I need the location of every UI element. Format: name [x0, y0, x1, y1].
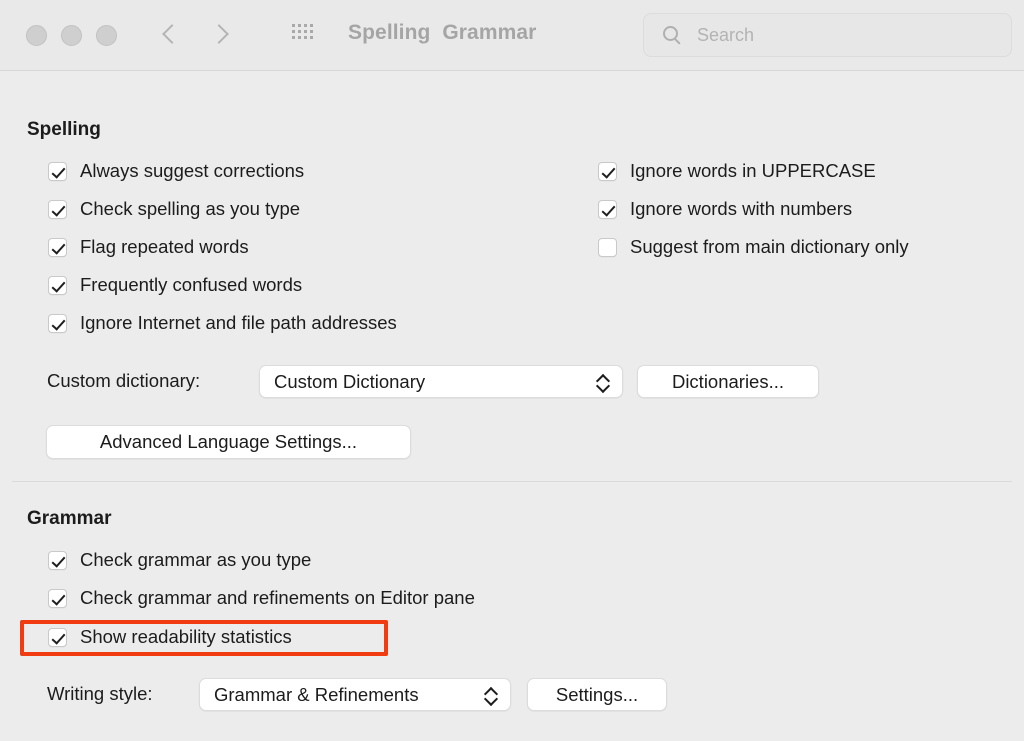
- checkbox-label: Ignore words with numbers: [630, 198, 853, 219]
- checkbox-row-ignore-words-in-uppercase[interactable]: Ignore words in UPPERCASE: [598, 159, 876, 183]
- checkbox-label: Show readability statistics: [80, 626, 292, 647]
- advanced-language-settings-button-label: Advanced Language Settings...: [99, 431, 358, 452]
- section-divider: [12, 481, 1012, 482]
- writing-style-selected-value: Grammar & Refinements: [214, 683, 419, 705]
- search-field[interactable]: Search: [643, 13, 1012, 57]
- minimize-button[interactable]: [61, 25, 82, 46]
- checkbox-row-ignore-words-with-numbers[interactable]: Ignore words with numbers: [598, 197, 852, 221]
- preferences-content: Spelling Always suggest corrections Chec…: [0, 71, 1024, 741]
- checkbox-row-suggest-from-main-dictionary-only[interactable]: Suggest from main dictionary only: [598, 235, 909, 259]
- preferences-window: Spelling Grammar Search Spelling Always …: [0, 0, 1024, 741]
- dictionaries-button-label: Dictionaries...: [671, 370, 785, 392]
- writing-style-popup-button[interactable]: Grammar & Refinements: [199, 678, 511, 711]
- window-toolbar: Spelling Grammar Search: [0, 0, 1024, 71]
- checkbox-row-check-spelling-as-you-type[interactable]: Check spelling as you type: [48, 197, 300, 221]
- checkbox-row-check-grammar-as-you-type[interactable]: Check grammar as you type: [48, 548, 311, 572]
- custom-dictionary-popup-button[interactable]: Custom Dictionary: [259, 365, 623, 398]
- grammar-settings-button-label: Settings...: [555, 683, 639, 705]
- grammar-settings-button[interactable]: Settings...: [527, 678, 667, 711]
- grid-dots-icon[interactable]: [292, 24, 313, 39]
- checkbox-ignore-words-with-numbers[interactable]: [598, 199, 617, 219]
- checkbox-check-grammar-as-you-type[interactable]: [48, 550, 67, 570]
- zoom-button[interactable]: [96, 25, 117, 46]
- checkbox-row-ignore-internet-and-file-path-addresses[interactable]: Ignore Internet and file path addresses: [48, 311, 397, 335]
- checkbox-ignore-internet-and-file-path-addresses[interactable]: [48, 313, 67, 333]
- grammar-section-heading: Grammar: [27, 508, 112, 529]
- checkbox-always-suggest-corrections[interactable]: [48, 161, 67, 181]
- chevron-up-down-icon: [596, 371, 609, 393]
- checkbox-flag-repeated-words[interactable]: [48, 237, 67, 257]
- advanced-language-settings-button[interactable]: Advanced Language Settings...: [46, 425, 411, 459]
- writing-style-label: Writing style:: [47, 683, 153, 704]
- checkbox-label: Ignore words in UPPERCASE: [630, 160, 876, 181]
- checkbox-row-always-suggest-corrections[interactable]: Always suggest corrections: [48, 159, 304, 183]
- forward-arrow-icon[interactable]: [212, 19, 227, 49]
- close-button[interactable]: [26, 25, 47, 46]
- checkbox-row-frequently-confused-words[interactable]: Frequently confused words: [48, 273, 302, 297]
- checkbox-label: Always suggest corrections: [80, 160, 305, 181]
- checkbox-label: Flag repeated words: [80, 236, 249, 257]
- checkbox-row-show-readability-statistics[interactable]: Show readability statistics: [48, 625, 292, 649]
- chevron-up-down-icon: [484, 684, 497, 706]
- traffic-light-group: [26, 25, 117, 46]
- search-input-placeholder[interactable]: Search: [697, 25, 754, 46]
- custom-dictionary-label: Custom dictionary:: [47, 370, 201, 391]
- checkbox-row-check-grammar-and-refinements-on-editor-pane[interactable]: Check grammar and refinements on Editor …: [48, 586, 475, 610]
- custom-dictionary-selected-value: Custom Dictionary: [274, 370, 426, 392]
- dictionaries-button[interactable]: Dictionaries...: [637, 365, 819, 398]
- checkbox-label: Check spelling as you type: [80, 198, 301, 219]
- checkbox-label: Check grammar as you type: [80, 549, 312, 570]
- checkbox-label: Suggest from main dictionary only: [630, 236, 909, 257]
- checkbox-row-flag-repeated-words[interactable]: Flag repeated words: [48, 235, 249, 259]
- checkbox-label: Frequently confused words: [80, 274, 303, 295]
- checkbox-frequently-confused-words[interactable]: [48, 275, 67, 295]
- checkbox-suggest-from-main-dictionary-only[interactable]: [598, 237, 617, 257]
- checkbox-show-readability-statistics[interactable]: [48, 627, 67, 647]
- checkbox-label: Ignore Internet and file path addresses: [80, 312, 397, 333]
- spelling-section-heading: Spelling: [27, 119, 101, 140]
- search-icon: [663, 26, 682, 45]
- checkbox-label: Check grammar and refinements on Editor …: [80, 587, 475, 608]
- checkbox-check-spelling-as-you-type[interactable]: [48, 199, 67, 219]
- checkbox-check-grammar-and-refinements-on-editor-pane[interactable]: [48, 588, 67, 608]
- window-title: Spelling Grammar: [348, 21, 537, 44]
- navigation-arrows: [163, 19, 227, 49]
- checkbox-ignore-words-in-uppercase[interactable]: [598, 161, 617, 181]
- back-arrow-icon[interactable]: [163, 19, 178, 49]
